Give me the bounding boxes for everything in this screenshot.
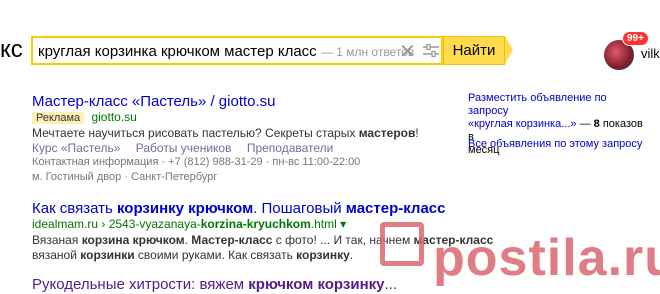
result-title[interactable]: Как связать корзинку крючком. Пошаговый …	[32, 200, 445, 217]
all-ads-link[interactable]: Все объявления по этому запросу	[468, 138, 642, 150]
title-highlight: корзинку крючком	[116, 200, 254, 217]
sitelink[interactable]: Курс «Пастель»	[32, 141, 120, 155]
snippet-text: !	[415, 126, 419, 140]
search-button-arrow	[505, 36, 513, 64]
promo-text: Разместить объявление по запросу	[468, 92, 607, 117]
title-text: ...	[384, 276, 397, 293]
sitelinks: Курс «Пастель» Работы учеников Преподава…	[32, 141, 345, 155]
ad-label: Реклама	[32, 112, 85, 124]
title-text: Рукодельные хитрости: вяжем	[32, 276, 249, 293]
title-text: Как связать	[32, 200, 117, 217]
snippet-text: Мечтаете научиться рисовать пастелью? Се…	[32, 126, 359, 140]
sitelink[interactable]: Преподаватели	[247, 141, 334, 155]
result-url[interactable]: idealmam.ru › 2543-vyazanaya-korzina-kry…	[32, 217, 346, 231]
title-highlight: мастер-класс	[345, 200, 446, 217]
contact-info[interactable]: Контактная информация · +7 (812) 988-31-…	[32, 156, 360, 168]
url-highlight: korzina-kryuchkom	[200, 217, 311, 231]
result-snippet: вязаной корзинки своими руками. Как связ…	[32, 248, 354, 262]
filter-icon[interactable]	[423, 44, 439, 58]
address[interactable]: м. Гостиный двор · Санкт-Петербург	[32, 171, 217, 183]
title-highlight: крючком корзинку	[248, 276, 385, 293]
search-query: круглая корзинка крючком мастер класс	[38, 43, 317, 60]
result-title[interactable]: Мастер-класс «Пастель» / giotto.su	[32, 93, 276, 110]
snippet-highlight: мастеров	[358, 126, 416, 140]
notification-badge[interactable]: 99+	[622, 31, 649, 46]
result-title[interactable]: Рукодельные хитрости: вяжем крючком корз…	[32, 276, 397, 293]
user-name[interactable]: vilk	[641, 46, 660, 61]
result-snippet: Мечтаете научиться рисовать пастелью? Се…	[32, 126, 419, 140]
close-icon[interactable]: ✕	[399, 39, 416, 64]
url-text: .html	[310, 217, 337, 231]
result-url-line: Реклама giotto.su	[32, 110, 137, 124]
search-button[interactable]: Найти	[443, 36, 505, 65]
yandex-logo[interactable]: кс	[0, 36, 23, 64]
watermark-logo	[380, 222, 424, 266]
result-url[interactable]: giotto.su	[91, 110, 136, 124]
chevron-down-icon[interactable]: ▾	[340, 217, 346, 231]
search-box[interactable]: круглая корзинка крючком мастер класс — …	[31, 36, 443, 65]
watermark: postila.ru	[433, 229, 660, 287]
search-input[interactable]: круглая корзинка крючком мастер класс — …	[38, 43, 414, 60]
sitelink[interactable]: Работы учеников	[136, 141, 232, 155]
title-text: . Пошаговый	[253, 200, 346, 217]
result-snippet: Вязаная корзина крючком. Мастер-класс с …	[32, 233, 494, 247]
url-text: idealmam.ru › 2543-vyazanaya-	[32, 217, 201, 231]
